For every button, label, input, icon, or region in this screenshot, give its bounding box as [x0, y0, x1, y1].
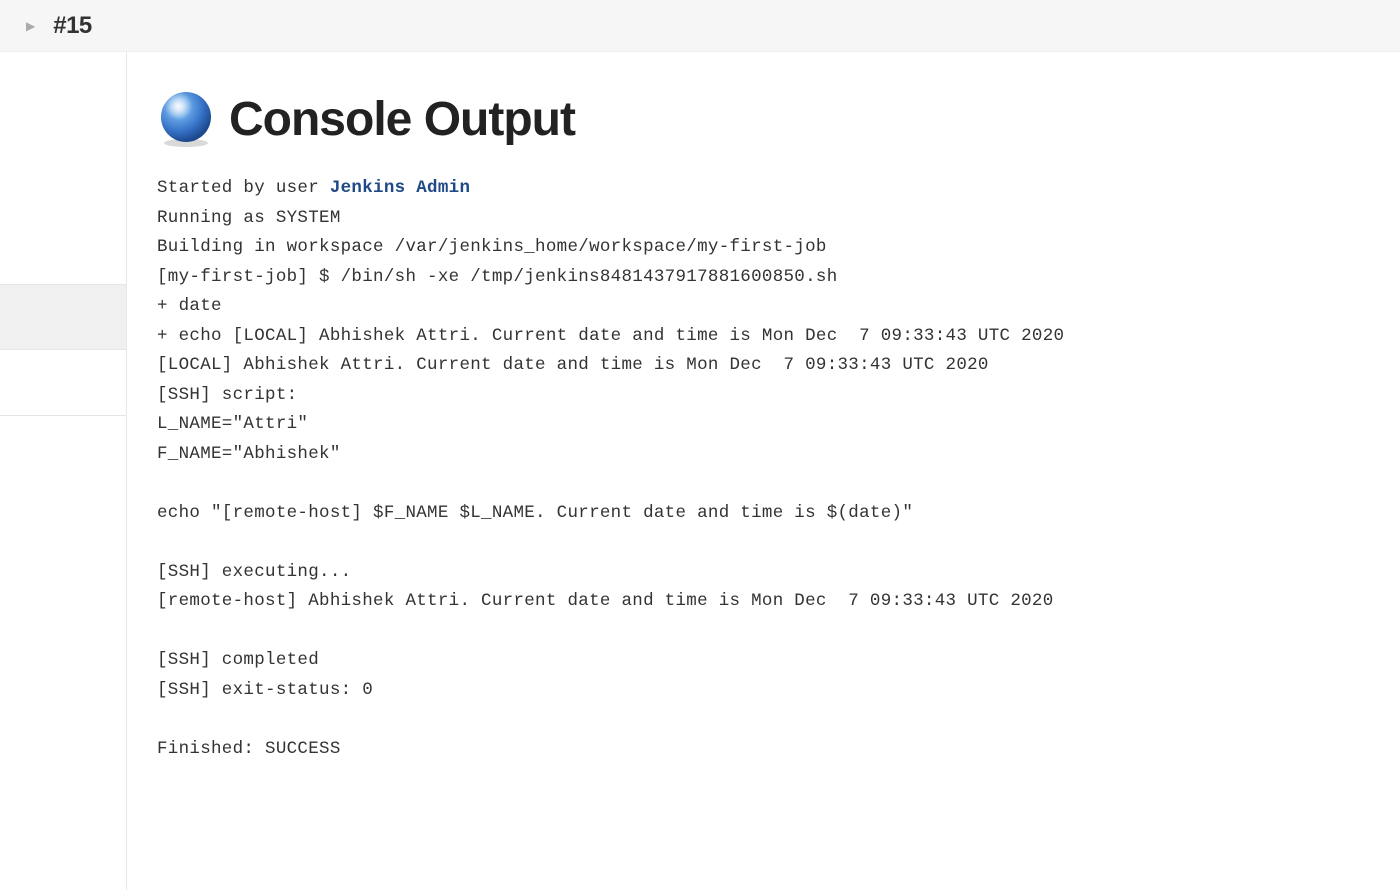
sidebar-item-active[interactable]: [0, 284, 126, 350]
main-content: Console Output Started by user Jenkins A…: [127, 52, 1400, 890]
started-user-link[interactable]: Jenkins Admin: [330, 178, 470, 198]
chevron-right-icon: ▶: [26, 19, 35, 33]
sidebar-item-below[interactable]: [0, 350, 126, 416]
console-output: Started by user Jenkins Admin Running as…: [157, 174, 1370, 764]
breadcrumb-build[interactable]: #15: [53, 12, 92, 40]
breadcrumb-bar: ▶ #15: [0, 0, 1400, 52]
heading-row: Console Output: [157, 90, 1370, 148]
sidebar: [0, 52, 127, 890]
layout: Console Output Started by user Jenkins A…: [0, 52, 1400, 890]
status-ball-icon: [157, 90, 215, 148]
sidebar-top-section: [0, 52, 126, 284]
page-title: Console Output: [229, 92, 575, 147]
console-lines: Running as SYSTEM Building in workspace …: [157, 208, 1064, 759]
started-prefix: Started by user: [157, 178, 330, 198]
